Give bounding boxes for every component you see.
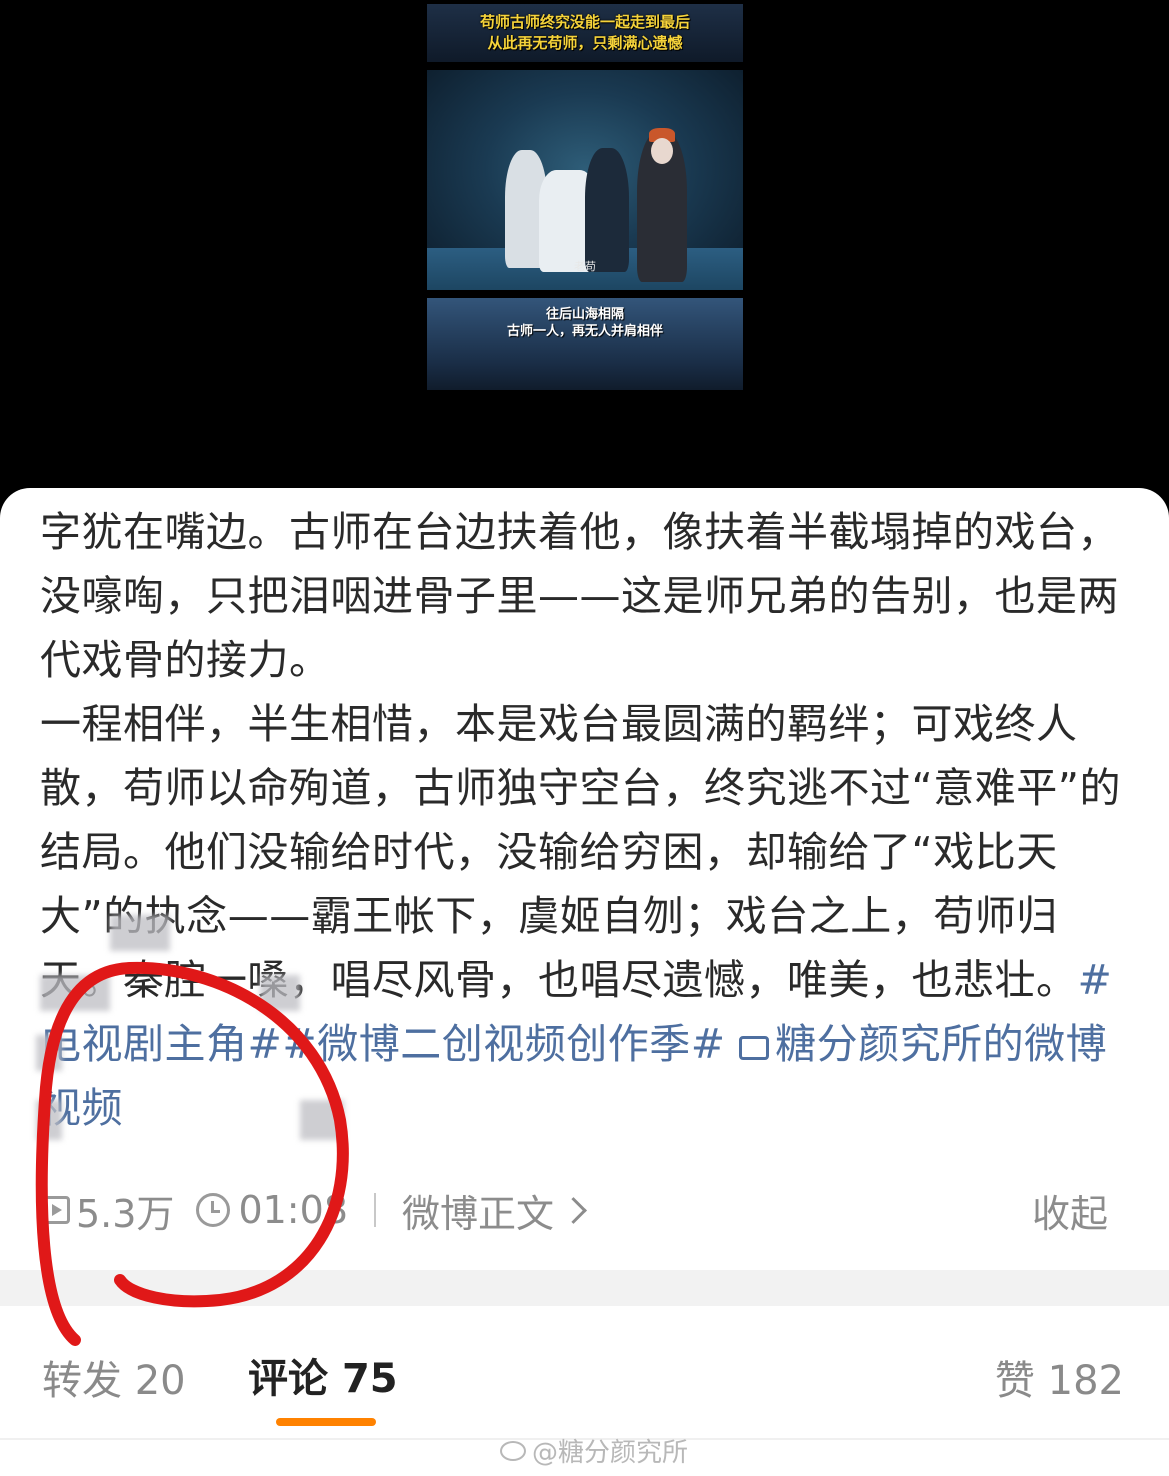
clock-icon bbox=[196, 1193, 231, 1227]
interaction-tabs: 转发 20 评论 75 赞 182 bbox=[42, 1340, 1132, 1410]
top-caption-line1: 苟师古师终究没能一起走到最后 bbox=[479, 13, 690, 31]
tab-comments-count: 75 bbox=[341, 1356, 398, 1402]
blur-patch bbox=[36, 1035, 62, 1071]
blur-patch bbox=[300, 1100, 344, 1140]
video-duration: 01:08 bbox=[196, 1188, 348, 1232]
watermark-text: @糖分颜究所 bbox=[532, 1438, 689, 1468]
bottom-caption-line2: 古师一人，再无人并肩相伴 bbox=[506, 324, 663, 339]
active-tab-indicator bbox=[276, 1418, 376, 1426]
play-count: 5.3万 bbox=[40, 1183, 174, 1238]
collapse-label: 收起 bbox=[1031, 1191, 1108, 1236]
duration-value: 01:08 bbox=[238, 1188, 348, 1232]
post-body: 字犹在嘴边。古师在台边扶着他，像扶着半截塌掉的戏台，没嚎啕，只把泪咽进骨子里——… bbox=[40, 500, 1140, 1140]
weibo-logo-icon bbox=[500, 1440, 526, 1461]
blur-patch bbox=[40, 975, 110, 1011]
post-paragraph-text: 一程相伴，半生相惜，本是戏台最圆满的羁绊；可戏终人散，苟师以命殉道，古师独守空台… bbox=[40, 700, 1121, 1004]
screenshot-root: { "video": { "top_caption_line1": "苟师古师终… bbox=[0, 0, 1169, 1476]
post-paragraph: 一程相伴，半生相惜，本是戏台最圆满的羁绊；可戏终人散，苟师以命殉道，古师独守空台… bbox=[40, 692, 1140, 1140]
video-stage-frame: 老苟 bbox=[427, 70, 743, 290]
tab-comments-label: 评论 bbox=[248, 1356, 328, 1402]
bottom-caption-line1: 往后山海相隔 bbox=[545, 307, 624, 322]
play-icon bbox=[40, 1196, 70, 1224]
performer-figure bbox=[585, 148, 629, 272]
meta-separator bbox=[373, 1193, 376, 1227]
tab-likes-label: 赞 bbox=[994, 1358, 1035, 1404]
tab-repost[interactable]: 转发 20 bbox=[42, 1348, 186, 1406]
chevron-right-icon bbox=[560, 1196, 587, 1224]
weibo-text-link[interactable]: 微博正文 bbox=[401, 1183, 587, 1238]
video-camera-icon bbox=[739, 1036, 770, 1060]
play-count-value: 5.3万 bbox=[76, 1191, 175, 1236]
blur-patch bbox=[110, 915, 170, 951]
section-divider bbox=[0, 1270, 1169, 1306]
tab-comments[interactable]: 评论 75 bbox=[248, 1346, 398, 1404]
video-bottom-caption: 往后山海相隔 古师一人，再无人并肩相伴 bbox=[427, 298, 743, 390]
tab-repost-count: 20 bbox=[134, 1358, 186, 1404]
weibo-text-label: 微博正文 bbox=[401, 1191, 554, 1236]
watermark: @糖分颜究所 bbox=[500, 1432, 688, 1469]
video-player[interactable]: 苟师古师终究没能一起走到最后 从此再无苟师，只剩满心遗憾 老苟 往后山海相隔 古… bbox=[0, 0, 1169, 500]
collapse-button[interactable]: 收起 bbox=[1032, 1183, 1108, 1238]
tab-likes-count: 182 bbox=[1047, 1358, 1124, 1404]
tab-repost-label: 转发 bbox=[42, 1358, 122, 1404]
stage-subtitle: 老苟 bbox=[574, 260, 596, 273]
blur-patch bbox=[36, 1100, 62, 1140]
post-meta-row: 5.3万 01:08 微博正文 收起 bbox=[40, 1180, 1130, 1240]
hashtag-link[interactable]: #微博二创视频创作季# bbox=[282, 1020, 725, 1068]
top-caption-line2: 从此再无苟师，只剩满心遗憾 bbox=[487, 34, 683, 52]
performer-face bbox=[651, 138, 673, 164]
tab-likes[interactable]: 赞 182 bbox=[995, 1348, 1124, 1406]
blur-patch bbox=[260, 975, 300, 1011]
post-paragraph: 字犹在嘴边。古师在台边扶着他，像扶着半截塌掉的戏台，没嚎啕，只把泪咽进骨子里——… bbox=[40, 508, 1119, 684]
video-top-caption: 苟师古师终究没能一起走到最后 从此再无苟师，只剩满心遗憾 bbox=[427, 4, 743, 62]
